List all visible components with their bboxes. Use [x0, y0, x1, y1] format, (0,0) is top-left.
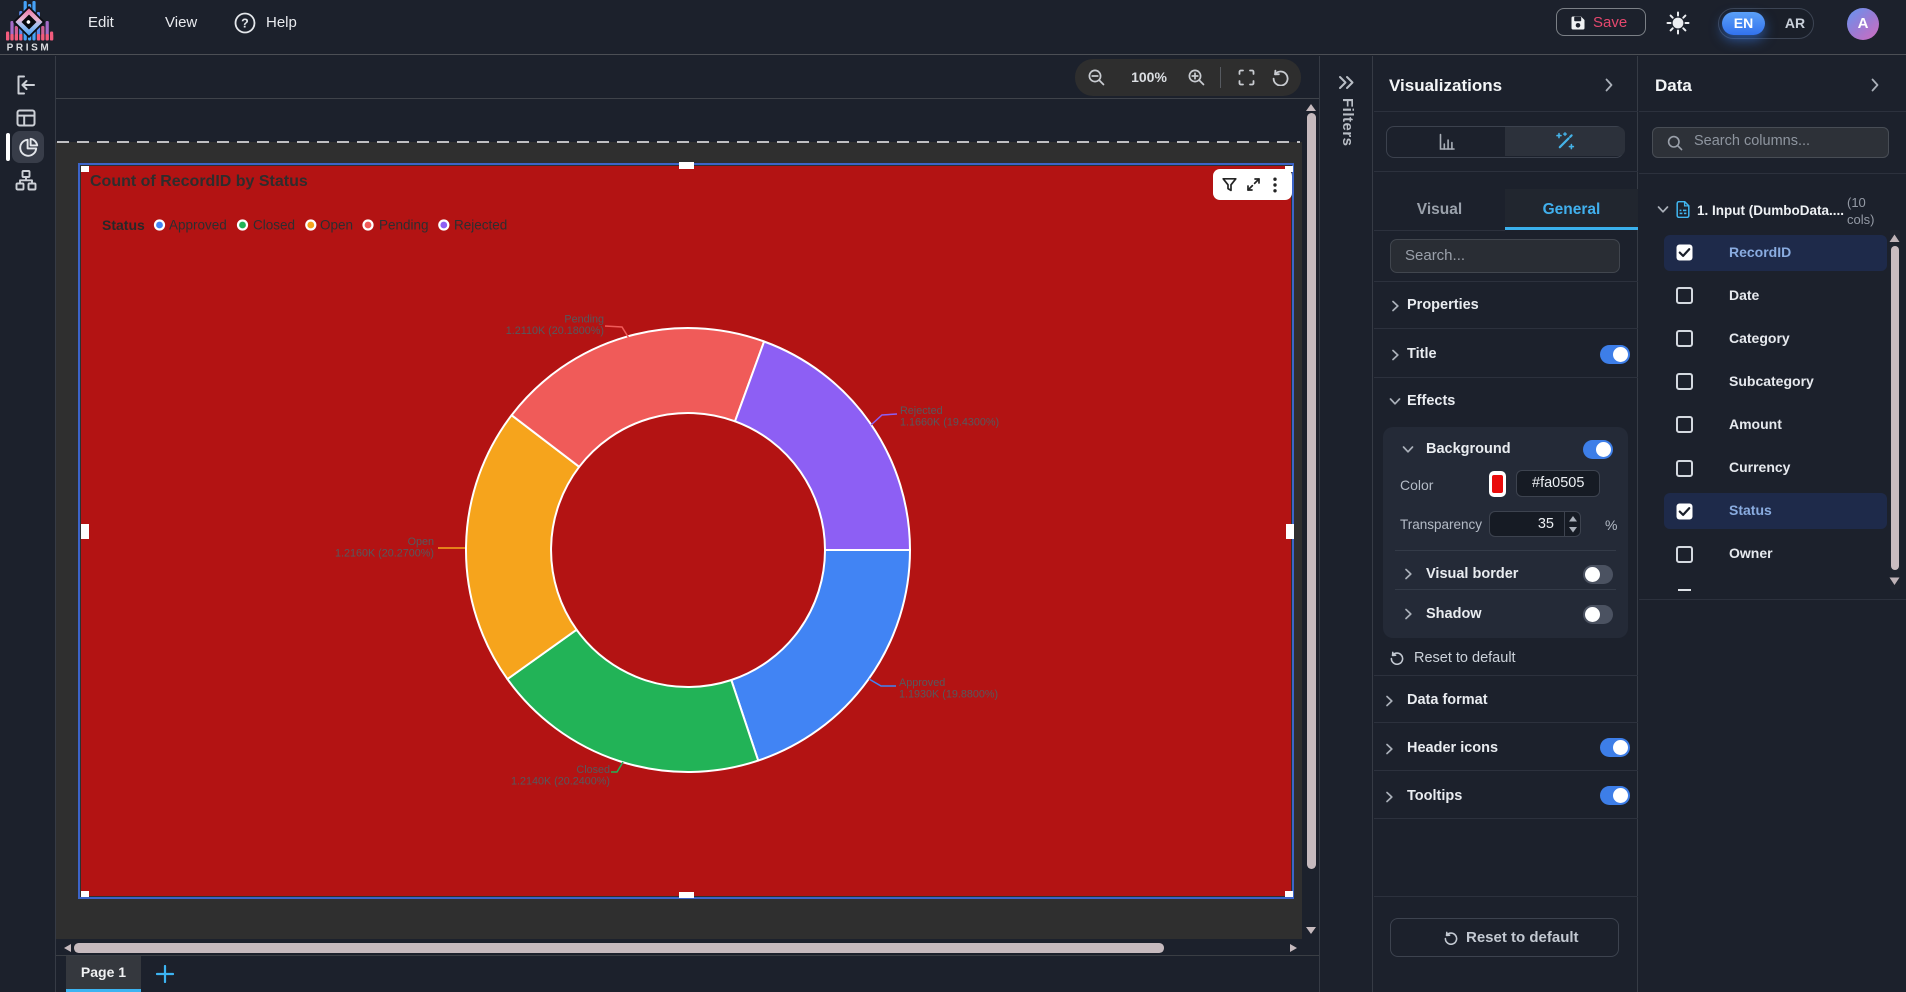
svg-text:?: ? [241, 17, 249, 31]
svg-text:1.2160K (20.2700%): 1.2160K (20.2700%) [335, 548, 434, 560]
svg-text:Open: Open [408, 536, 434, 548]
svg-text:Rejected: Rejected [900, 405, 943, 417]
svg-text:Pending: Pending [564, 314, 604, 326]
svg-text:1.2140K (20.2400%): 1.2140K (20.2400%) [511, 776, 610, 788]
svg-text:1.1660K (19.4300%): 1.1660K (19.4300%) [900, 417, 999, 429]
svg-text:Closed: Closed [576, 764, 610, 776]
svg-text:1.1930K (19.8800%): 1.1930K (19.8800%) [899, 689, 998, 701]
svg-text:PRISM: PRISM [7, 43, 52, 54]
svg-text:1.2110K (20.1800%): 1.2110K (20.1800%) [506, 325, 604, 337]
svg-text:Approved: Approved [899, 677, 945, 689]
